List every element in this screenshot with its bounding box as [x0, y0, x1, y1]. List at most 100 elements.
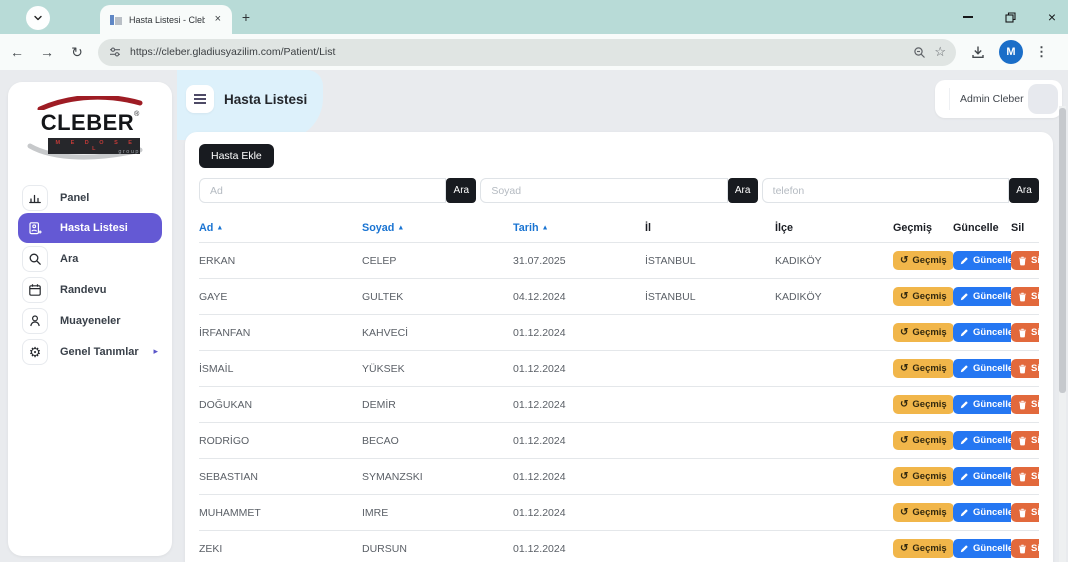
delete-button[interactable]: Sil — [1011, 395, 1039, 414]
history-icon: ↺ — [900, 544, 908, 554]
window-restore-button[interactable] — [1002, 9, 1018, 25]
ad-search-button[interactable]: Ara — [446, 178, 476, 203]
reload-icon[interactable]: ↻ — [64, 39, 90, 65]
browser-tab[interactable]: Hasta Listesi - CleberWeb × — [100, 5, 232, 34]
cell-soyad: SYMANZSKI — [362, 459, 513, 495]
search-icon — [22, 246, 48, 272]
column-header-ad[interactable]: Ad ▲ — [199, 216, 362, 243]
sidebar-item-genel-tanimlar[interactable]: ⚙ Genel Tanımlar ▸ — [8, 336, 172, 367]
sidebar-item-muayeneler[interactable]: Muayeneler — [8, 305, 172, 336]
window-minimize-button[interactable] — [960, 9, 976, 25]
user-card[interactable]: Admin Cleber — [935, 80, 1062, 118]
delete-button[interactable]: Sil — [1011, 503, 1039, 522]
delete-label: Sil — [1031, 363, 1039, 374]
history-icon: ↺ — [900, 292, 908, 302]
telefon-search-input[interactable] — [762, 178, 1009, 203]
sidebar-item-ara[interactable]: Ara — [8, 243, 172, 274]
update-button[interactable]: Güncelle — [953, 323, 1011, 342]
add-patient-button[interactable]: Hasta Ekle — [199, 144, 274, 168]
delete-button[interactable]: Sil — [1011, 359, 1039, 378]
soyad-search-input[interactable] — [480, 178, 727, 203]
delete-button[interactable]: Sil — [1011, 323, 1039, 342]
site-info-icon[interactable] — [108, 45, 122, 59]
delete-button[interactable]: Sil — [1011, 251, 1039, 270]
url-bar[interactable]: https://cleber.gladiusyazilim.com/Patien… — [98, 39, 956, 66]
sidebar-item-panel[interactable]: Panel — [8, 182, 172, 213]
downloads-icon[interactable] — [970, 44, 986, 60]
soyad-search-button[interactable]: Ara — [728, 178, 758, 203]
cell-ilce — [775, 315, 893, 351]
column-header-ilce: İlçe — [775, 216, 893, 243]
update-button[interactable]: Güncelle — [953, 539, 1011, 558]
sort-asc-icon: ▲ — [216, 225, 223, 232]
update-button[interactable]: Güncelle — [953, 395, 1011, 414]
profile-avatar[interactable]: M — [999, 40, 1023, 64]
zoom-icon[interactable] — [913, 46, 926, 59]
patient-table-body: ERKAN CELEP 31.07.2025 İSTANBUL KADIKÖY … — [199, 243, 1039, 562]
pencil-icon — [960, 328, 969, 337]
table-row: DOĞUKAN DEMİR 01.12.2024 ↺ Geçmiş Güncel… — [199, 387, 1039, 423]
update-label: Güncelle — [973, 399, 1011, 410]
update-button[interactable]: Güncelle — [953, 287, 1011, 306]
update-button[interactable]: Güncelle — [953, 431, 1011, 450]
tab-close-icon[interactable]: × — [212, 13, 224, 26]
forward-icon[interactable]: → — [34, 39, 60, 65]
telefon-search-button[interactable]: Ara — [1009, 178, 1039, 203]
page-title: Hasta Listesi — [224, 92, 307, 107]
history-button[interactable]: ↺ Geçmiş — [893, 539, 953, 558]
history-button[interactable]: ↺ Geçmiş — [893, 359, 953, 378]
history-icon: ↺ — [900, 508, 908, 518]
cell-tarih: 04.12.2024 — [513, 279, 645, 315]
history-label: Geçmiş — [912, 291, 946, 302]
history-button[interactable]: ↺ Geçmiş — [893, 323, 953, 342]
cell-ilce — [775, 495, 893, 531]
tab-search-button[interactable] — [26, 6, 50, 30]
bookmark-star-icon[interactable]: ☆ — [934, 44, 946, 60]
cell-tarih: 01.12.2024 — [513, 351, 645, 387]
cell-ilce — [775, 423, 893, 459]
new-tab-button[interactable]: + — [236, 7, 256, 27]
history-button[interactable]: ↺ Geçmiş — [893, 503, 953, 522]
update-label: Güncelle — [973, 507, 1011, 518]
cell-ilce — [775, 459, 893, 495]
search-row: Ara Ara Ara — [199, 178, 1039, 203]
delete-button[interactable]: Sil — [1011, 467, 1039, 486]
update-button[interactable]: Güncelle — [953, 503, 1011, 522]
sidebar-item-label: Muayeneler — [60, 315, 121, 327]
column-header-gecmis: Geçmiş — [893, 216, 953, 243]
back-icon[interactable]: ← — [4, 39, 30, 65]
trash-icon — [1018, 544, 1027, 554]
page-header: Hasta Listesi — [186, 85, 307, 113]
sidebar: CLEBER® M E D O S E L group Panel — [8, 82, 172, 556]
chevron-right-icon: ▸ — [153, 346, 158, 357]
surname-search-group: Ara — [480, 178, 757, 203]
cell-tarih: 01.12.2024 — [513, 531, 645, 562]
ad-search-input[interactable] — [199, 178, 446, 203]
update-button[interactable]: Güncelle — [953, 467, 1011, 486]
delete-button[interactable]: Sil — [1011, 287, 1039, 306]
history-button[interactable]: ↺ Geçmiş — [893, 431, 953, 450]
sidebar-item-hasta-listesi[interactable]: Hasta Listesi — [18, 213, 162, 243]
page-scrollbar[interactable] — [1059, 106, 1066, 562]
column-header-soyad[interactable]: Soyad ▲ — [362, 216, 513, 243]
trash-icon — [1018, 256, 1027, 266]
window-close-button[interactable]: × — [1044, 9, 1060, 25]
cell-il — [645, 459, 775, 495]
hamburger-menu-button[interactable] — [186, 85, 214, 113]
sidebar-item-randevu[interactable]: Randevu — [8, 274, 172, 305]
history-label: Geçmiş — [912, 471, 946, 482]
table-row: ZEKI DURSUN 01.12.2024 ↺ Geçmiş Güncelle — [199, 531, 1039, 562]
history-button[interactable]: ↺ Geçmiş — [893, 467, 953, 486]
history-button[interactable]: ↺ Geçmiş — [893, 395, 953, 414]
logo-registered-mark: ® — [134, 111, 139, 118]
delete-label: Sil — [1031, 543, 1039, 554]
update-button[interactable]: Güncelle — [953, 251, 1011, 270]
delete-button[interactable]: Sil — [1011, 431, 1039, 450]
history-button[interactable]: ↺ Geçmiş — [893, 251, 953, 270]
column-header-tarih[interactable]: Tarih ▲ — [513, 216, 645, 243]
history-button[interactable]: ↺ Geçmiş — [893, 287, 953, 306]
scrollbar-thumb[interactable] — [1059, 108, 1066, 393]
update-button[interactable]: Güncelle — [953, 359, 1011, 378]
browser-menu-icon[interactable]: ⋮ — [1035, 44, 1048, 60]
delete-button[interactable]: Sil — [1011, 539, 1039, 558]
